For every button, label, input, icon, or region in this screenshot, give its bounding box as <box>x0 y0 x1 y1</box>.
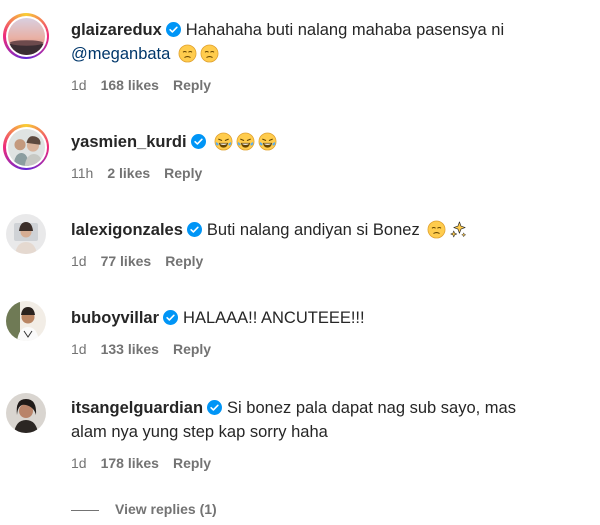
reply-button[interactable]: Reply <box>173 76 211 94</box>
likes-count[interactable]: 168 likes <box>101 76 159 94</box>
likes-count[interactable]: 133 likes <box>101 340 159 358</box>
tears-of-joy-face-icon <box>214 132 233 151</box>
reply-button[interactable]: Reply <box>165 252 203 270</box>
comment-username[interactable]: buboyvillar <box>71 309 159 327</box>
comment-text-continued: alam nya yung step kap sorry haha <box>71 423 328 441</box>
likes-count[interactable]: 178 likes <box>101 454 159 472</box>
avatar-image <box>6 301 46 341</box>
comment-text: Buti nalang andiyan si Bonez <box>206 221 420 239</box>
verified-badge-icon <box>190 134 206 149</box>
reply-button[interactable]: Reply <box>173 340 211 358</box>
avatar[interactable] <box>6 214 46 254</box>
verified-badge-icon <box>186 222 202 237</box>
comment-timestamp: 1d <box>71 455 87 471</box>
verified-badge-icon <box>163 310 179 325</box>
comment-timestamp: 11h <box>71 165 94 181</box>
avatar-image <box>6 214 46 254</box>
pensive-face-icon <box>178 44 197 63</box>
avatar[interactable] <box>6 393 46 433</box>
pensive-face-icon <box>427 220 446 239</box>
likes-count[interactable]: 77 likes <box>101 252 152 270</box>
reply-button[interactable]: Reply <box>164 164 202 182</box>
comment-thread: glaizaredux Hahahaha buti nalang mahaba p… <box>0 0 600 525</box>
likes-count[interactable]: 2 likes <box>107 164 150 182</box>
sparkles-icon <box>449 220 468 239</box>
comment-text: Si bonez pala dapat nag sub sayo, mas <box>227 399 516 417</box>
avatar-image <box>6 393 46 433</box>
view-replies-label: View replies (1) <box>115 501 217 517</box>
tears-of-joy-face-icon <box>258 132 277 151</box>
pensive-face-icon <box>200 44 219 63</box>
avatar[interactable] <box>3 13 49 59</box>
mention-link[interactable]: @meganbata <box>71 45 170 63</box>
comment-text: Hahahaha buti nalang mahaba pasensya ni <box>185 21 505 39</box>
comment-timestamp: 1d <box>71 77 87 93</box>
verified-badge-icon <box>165 22 181 37</box>
avatar[interactable] <box>3 124 49 170</box>
verified-badge-icon <box>207 400 223 415</box>
comment-text: HALAAA!! ANCUTEEE!!! <box>183 309 365 327</box>
comment-username[interactable]: yasmien_kurdi <box>71 133 187 151</box>
comment-timestamp: 1d <box>71 341 87 357</box>
view-replies-button[interactable]: View replies (1) <box>71 497 217 521</box>
comment-username[interactable]: glaizaredux <box>71 21 162 39</box>
comment-username[interactable]: itsangelguardian <box>71 399 203 417</box>
comment-username[interactable]: lalexigonzales <box>71 221 183 239</box>
avatar[interactable] <box>6 301 46 341</box>
comment-timestamp: 1d <box>71 253 87 269</box>
reply-button[interactable]: Reply <box>173 454 211 472</box>
avatar-image <box>7 128 45 166</box>
avatar-image <box>7 17 45 55</box>
replies-divider <box>71 509 99 511</box>
tears-of-joy-face-icon <box>236 132 255 151</box>
